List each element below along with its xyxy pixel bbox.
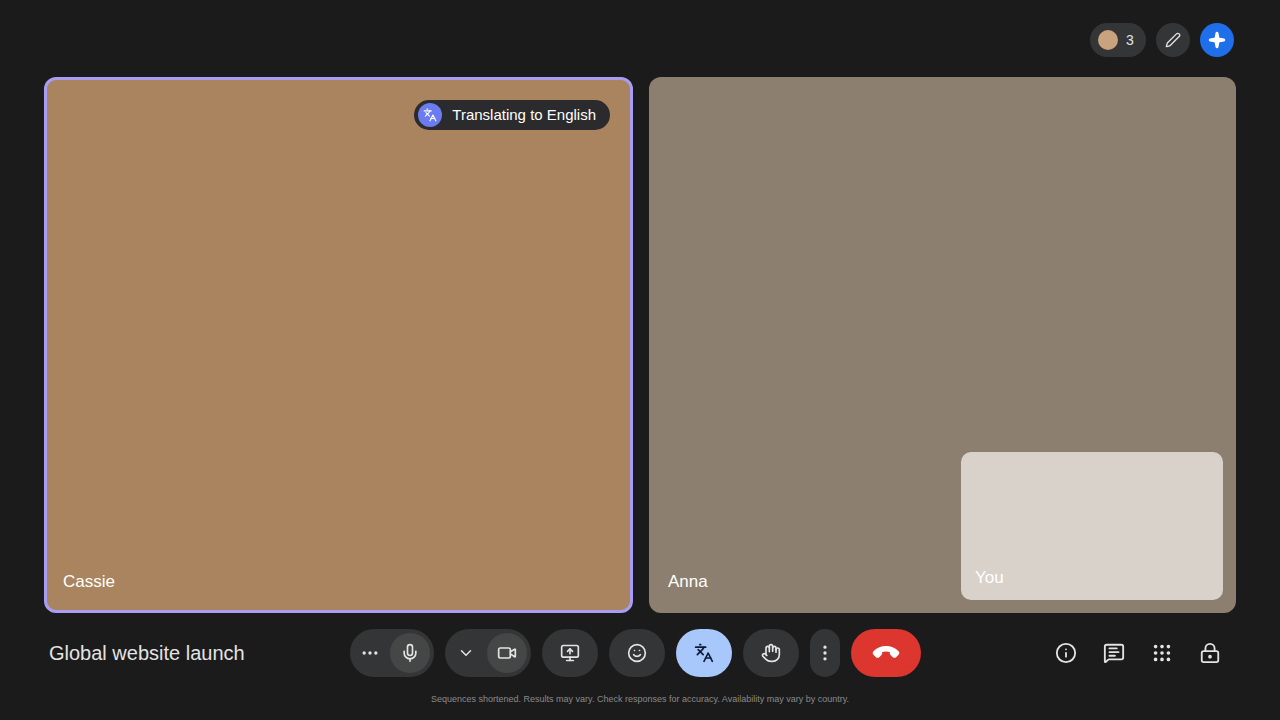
activities-button[interactable] xyxy=(1142,633,1182,673)
chevron-down-icon xyxy=(457,644,475,662)
smile-icon xyxy=(627,643,647,663)
apps-grid-icon xyxy=(1151,642,1173,664)
chat-button[interactable] xyxy=(1094,633,1134,673)
tiles-area: Translating to English Cassie Anna You xyxy=(0,77,1280,613)
participant-tile[interactable]: Translating to English Cassie xyxy=(44,77,633,613)
present-screen-icon xyxy=(560,643,580,663)
edit-button[interactable] xyxy=(1156,23,1190,57)
translation-badge: Translating to English xyxy=(414,100,610,130)
translate-badge-icon xyxy=(418,103,442,127)
ellipsis-icon xyxy=(360,643,380,663)
translation-badge-text: Translating to English xyxy=(452,104,596,127)
audio-control xyxy=(350,629,434,677)
meeting-title-area: Global website launch xyxy=(0,638,350,668)
bottom-bar: Global website launch xyxy=(0,613,1280,693)
camera-control xyxy=(445,629,531,677)
leave-call-button[interactable] xyxy=(851,629,921,677)
more-options-button[interactable] xyxy=(810,629,840,677)
translate-icon xyxy=(694,643,714,663)
mic-button[interactable] xyxy=(390,633,430,673)
footer: Sequences shortened. Results may vary. C… xyxy=(0,693,1280,720)
gemini-button[interactable] xyxy=(1200,23,1234,57)
end-call-icon xyxy=(870,637,901,668)
participants-button[interactable]: 3 xyxy=(1090,23,1146,57)
translate-button[interactable] xyxy=(676,629,732,677)
participant-tile[interactable]: Anna You xyxy=(649,77,1236,613)
host-controls-button[interactable] xyxy=(1190,633,1230,673)
participant-name: Cassie xyxy=(63,569,115,595)
meet-window: 3 Translating to English Cassie Anna You Glob… xyxy=(0,0,1280,720)
participant-count: 3 xyxy=(1126,30,1134,51)
info-icon xyxy=(1055,642,1077,664)
top-bar: 3 xyxy=(0,0,1280,77)
reactions-button[interactable] xyxy=(609,629,665,677)
participant-name: Anna xyxy=(668,569,708,595)
lock-icon xyxy=(1199,642,1221,664)
hand-icon xyxy=(761,643,781,663)
call-controls xyxy=(350,629,921,677)
gemini-sparkle-icon xyxy=(1208,31,1226,49)
footer-disclaimer: Sequences shortened. Results may vary. C… xyxy=(431,693,849,707)
chat-icon xyxy=(1103,642,1125,664)
raise-hand-button[interactable] xyxy=(743,629,799,677)
side-controls xyxy=(921,633,1280,673)
info-button[interactable] xyxy=(1046,633,1086,673)
present-button[interactable] xyxy=(542,629,598,677)
audio-options-button[interactable] xyxy=(350,629,390,677)
camera-options-button[interactable] xyxy=(445,629,487,677)
meeting-title: Global website launch xyxy=(49,642,245,664)
mic-icon xyxy=(400,643,420,663)
self-view-name: You xyxy=(975,565,1004,591)
more-vertical-icon xyxy=(815,643,835,663)
pen-icon xyxy=(1165,32,1181,48)
participant-avatar xyxy=(1098,30,1118,50)
camera-button[interactable] xyxy=(487,633,527,673)
camera-icon xyxy=(497,643,517,663)
self-view[interactable]: You xyxy=(961,452,1223,600)
